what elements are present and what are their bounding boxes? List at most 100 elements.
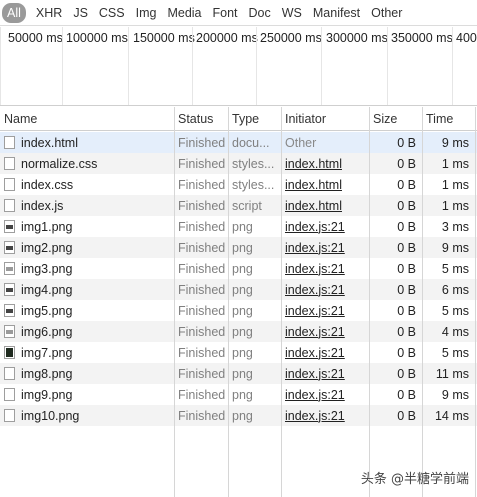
column-divider[interactable] [228,107,229,497]
request-row[interactable]: img6.png Finished png index.js:21 0 B 4 ms [0,321,477,342]
request-time: 6 ms [441,282,469,297]
request-time: 5 ms [441,345,469,360]
request-name[interactable]: img5.png [0,300,174,321]
request-type: script [232,198,262,213]
request-size: 0 B [397,408,416,423]
request-row[interactable]: img2.png Finished png index.js:21 0 B 9 ms [0,237,477,258]
request-name-text: img9.png [21,387,73,402]
request-name[interactable]: index.css [0,174,174,195]
request-row[interactable]: index.css Finished styles... index.html 0 B 1… [0,174,477,195]
request-row[interactable]: img4.png Finished png index.js:21 0 B 6 ms [0,279,477,300]
column-divider[interactable] [475,107,476,497]
request-row[interactable]: img7.png Finished png index.js:21 0 B 5 ms [0,342,477,363]
request-time: 9 ms [441,135,469,150]
request-time: 3 ms [441,219,469,234]
request-row[interactable]: img5.png Finished png index.js:21 0 B 5 ms [0,300,477,321]
request-size: 0 B [397,177,416,192]
image-thumbnail-icon [4,283,15,296]
filter-font[interactable]: Font [209,3,242,23]
request-name-text: img1.png [21,219,73,234]
request-name[interactable]: img4.png [0,279,174,300]
request-initiator[interactable]: index.js:21 [281,405,369,426]
document-icon [4,199,15,212]
request-name[interactable]: img7.png [0,342,174,363]
column-header-initiator[interactable]: Initiator [281,107,369,130]
filter-doc[interactable]: Doc [245,3,275,23]
column-header-time[interactable]: Time [422,107,475,130]
request-initiator[interactable]: index.html [281,153,369,174]
overview-gridline [128,27,129,105]
request-size: 0 B [397,387,416,402]
watermark-text: 头条 @半糖学前端 [360,472,469,487]
request-initiator[interactable]: index.js:21 [281,321,369,342]
request-row[interactable]: index.html Finished docu... Other 0 B 9 ms [0,132,477,153]
column-divider[interactable] [281,107,282,497]
request-name-text: img10.png [21,408,80,423]
request-initiator[interactable]: index.html [281,195,369,216]
request-name[interactable]: img1.png [0,216,174,237]
request-type: png [232,282,253,297]
timeline-overview[interactable]: 50000 ms 100000 ms 150000 ms 200000 ms 2… [0,27,477,106]
request-initiator[interactable]: index.js:21 [281,237,369,258]
filter-img[interactable]: Img [132,3,161,23]
column-divider[interactable] [174,107,175,497]
filter-xhr[interactable]: XHR [32,3,66,23]
column-header-type[interactable]: Type [228,107,281,130]
request-name[interactable]: img3.png [0,258,174,279]
column-divider[interactable] [422,107,423,497]
request-name[interactable]: index.html [0,132,174,153]
request-row[interactable]: img9.png Finished png index.js:21 0 B 9 ms [0,384,477,405]
request-time: 1 ms [441,156,469,171]
request-row[interactable]: normalize.css Finished styles... index.html… [0,153,477,174]
request-size: 0 B [397,345,416,360]
filter-all[interactable]: All [2,2,26,23]
request-row[interactable]: img1.png Finished png index.js:21 0 B 3 ms [0,216,477,237]
request-name[interactable]: img2.png [0,237,174,258]
request-row[interactable]: img10.png Finished png index.js:21 0 B 14 ms [0,405,477,426]
filter-ws[interactable]: WS [278,3,306,23]
request-initiator[interactable]: index.js:21 [281,384,369,405]
request-name[interactable]: normalize.css [0,153,174,174]
request-initiator[interactable]: index.js:21 [281,363,369,384]
document-icon [4,409,15,422]
requests-table-header: Name Status Type Initiator Size Time [0,107,477,131]
column-header-name[interactable]: Name [0,107,174,130]
overview-gridline [256,27,257,105]
overview-tick-label: 250000 ms [260,31,322,45]
request-name-text: index.css [21,177,74,192]
filter-manifest[interactable]: Manifest [309,3,364,23]
request-size: 0 B [397,366,416,381]
image-thumbnail-icon [4,262,15,275]
request-initiator[interactable]: index.js:21 [281,279,369,300]
request-row[interactable]: index.js Finished script index.html 0 B 1 ms [0,195,477,216]
filter-other[interactable]: Other [367,3,406,23]
column-divider[interactable] [369,107,370,497]
request-name[interactable]: img6.png [0,321,174,342]
column-header-status[interactable]: Status [174,107,228,130]
request-initiator[interactable]: index.html [281,174,369,195]
request-name-text: img7.png [21,345,73,360]
filter-js[interactable]: JS [69,3,92,23]
filter-css[interactable]: CSS [95,3,129,23]
request-time: 1 ms [441,198,469,213]
request-name[interactable]: index.js [0,195,174,216]
request-initiator[interactable]: index.js:21 [281,300,369,321]
request-status: Finished [178,135,226,150]
request-name[interactable]: img9.png [0,384,174,405]
request-initiator[interactable]: index.js:21 [281,258,369,279]
request-row[interactable]: img3.png Finished png index.js:21 0 B 5 ms [0,258,477,279]
request-initiator[interactable]: index.js:21 [281,216,369,237]
filter-media[interactable]: Media [163,3,205,23]
request-initiator[interactable]: index.js:21 [281,342,369,363]
request-name[interactable]: img10.png [0,405,174,426]
request-status: Finished [178,345,226,360]
request-name[interactable]: img8.png [0,363,174,384]
request-time: 4 ms [441,324,469,339]
request-type: png [232,387,253,402]
request-name-text: img4.png [21,282,73,297]
request-row[interactable]: img8.png Finished png index.js:21 0 B 11 ms [0,363,477,384]
column-header-size[interactable]: Size [369,107,422,130]
request-size: 0 B [397,219,416,234]
image-thumbnail-icon [4,220,15,233]
request-type: png [232,324,253,339]
